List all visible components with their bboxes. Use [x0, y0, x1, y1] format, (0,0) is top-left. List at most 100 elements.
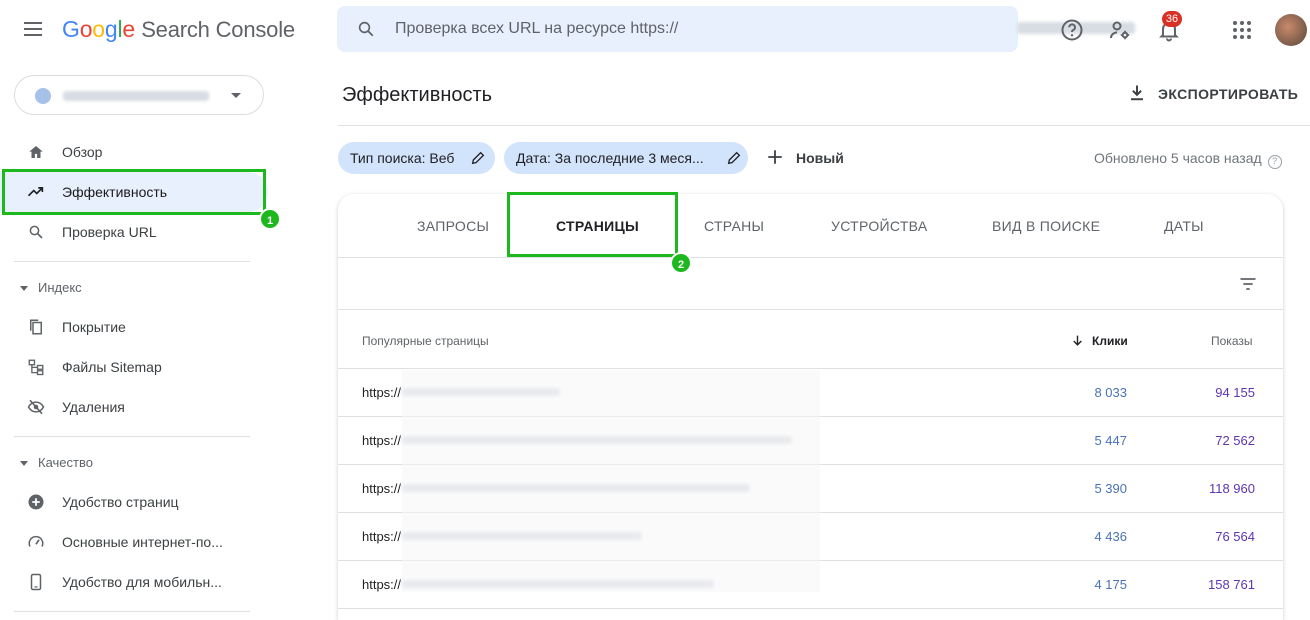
impressions-value: 94 155 — [1215, 385, 1255, 400]
clicks-value: 4 175 — [1094, 577, 1127, 592]
page-url[interactable]: https:// — [362, 577, 401, 592]
sidebar-divider — [14, 261, 250, 262]
clicks-value: 8 033 — [1094, 385, 1127, 400]
logo-letter: g — [104, 16, 118, 42]
sidebar-item-label: Обзор — [62, 144, 103, 160]
tab-devices[interactable]: УСТРОЙСТВА — [831, 218, 927, 234]
header-divider — [338, 125, 1310, 126]
collapse-arrow-icon — [20, 286, 28, 292]
column-header-impressions[interactable]: Показы — [1211, 334, 1252, 348]
sidebar-item-core-web-vitals[interactable]: Основные интернет-по... — [0, 522, 268, 562]
tab-queries[interactable]: ЗАПРОСЫ — [417, 218, 489, 234]
search-input[interactable] — [395, 18, 995, 40]
file-copy-icon — [30, 319, 42, 335]
sidebar-item-url-inspection[interactable]: Проверка URL — [0, 212, 268, 252]
sidebar-item-label: Основные интернет-по... — [62, 534, 223, 550]
sidebar-divider — [14, 436, 250, 437]
help-circle-icon[interactable]: ? — [1267, 155, 1282, 169]
annotation-number: 2 — [670, 252, 692, 274]
date-range-chip[interactable]: Дата: За последние 3 меся... — [504, 142, 748, 174]
page-url[interactable]: https:// — [362, 529, 401, 544]
chip-label: Дата: За последние 3 меся... — [516, 150, 704, 166]
edit-icon[interactable] — [470, 150, 486, 166]
page-title: Эффективность — [342, 84, 493, 106]
page-url[interactable]: https:// — [362, 481, 401, 496]
impressions-value: 72 562 — [1215, 433, 1255, 448]
page-url[interactable]: https:// — [362, 433, 401, 448]
sidebar-item-overview[interactable]: Обзор — [0, 132, 268, 172]
app-logo[interactable]: Google Search Console — [62, 16, 295, 43]
globe-icon — [35, 88, 51, 104]
sidebar-item-removals[interactable]: Удаления — [0, 387, 268, 427]
highlight-box-pages-tab — [507, 192, 678, 257]
notifications-badge: 36 — [1162, 11, 1182, 27]
chevron-down-icon — [231, 93, 241, 98]
section-label: Индекс — [38, 280, 82, 295]
clicks-value: 4 436 — [1094, 529, 1127, 544]
sidebar-item-page-experience[interactable]: Удобство страниц — [0, 482, 268, 522]
clicks-value: 5 390 — [1094, 481, 1127, 496]
impressions-value: 158 761 — [1208, 577, 1255, 592]
sidebar-item-coverage[interactable]: Покрытие — [0, 307, 268, 347]
section-label: Качество — [38, 455, 93, 470]
sidebar-item-label: Покрытие — [62, 319, 126, 335]
column-header-pages[interactable]: Популярные страницы — [362, 334, 489, 348]
arrow-down-icon — [1073, 335, 1082, 346]
new-filter-label: Новый — [796, 150, 844, 166]
home-icon — [29, 146, 43, 158]
last-updated: Обновлено 5 часов назад? — [1094, 150, 1282, 169]
annotation-number: 1 — [259, 208, 281, 230]
highlight-box-performance — [2, 169, 266, 215]
clicks-header-label: Клики — [1092, 334, 1128, 348]
page-url[interactable]: https:// — [362, 385, 401, 400]
search-type-chip[interactable]: Тип поиска: Веб — [338, 142, 495, 174]
chip-label: Тип поиска: Веб — [350, 150, 455, 166]
export-label: ЭКСПОРТИРОВАТЬ — [1158, 86, 1299, 102]
url-inspection-search[interactable] — [337, 6, 1135, 52]
table-header: Популярные страницы Клики Показы — [338, 310, 1283, 369]
sidebar-item-label: Файлы Sitemap — [62, 359, 162, 375]
product-name: Search Console — [141, 17, 295, 42]
phone-icon — [30, 573, 42, 591]
manage-users-icon[interactable] — [1108, 18, 1132, 42]
logo-letter: o — [92, 16, 105, 42]
sidebar-divider — [14, 611, 250, 612]
top-bar: Google Search Console 36 — [0, 0, 1310, 60]
sidebar-item-label: Проверка URL — [62, 224, 157, 240]
blurred-property-url — [63, 91, 209, 101]
last-updated-text: Обновлено 5 часов назад — [1094, 150, 1262, 166]
logo-letter: e — [122, 16, 135, 42]
tab-dates[interactable]: ДАТЫ — [1164, 218, 1204, 234]
sidebar-item-label: Удобство страниц — [62, 494, 179, 510]
impressions-value: 118 960 — [1208, 481, 1255, 496]
sidebar-item-mobile-usability[interactable]: Удобство для мобильн... — [0, 562, 268, 602]
table-filter-row — [338, 258, 1283, 310]
logo-letter: G — [62, 16, 80, 42]
privacy-blur-overlay — [402, 370, 820, 592]
sidebar-item-sitemaps[interactable]: Файлы Sitemap — [0, 347, 268, 387]
sidebar-item-label: Удобство для мобильн... — [62, 574, 222, 590]
sitemap-icon — [28, 359, 44, 376]
search-icon — [358, 21, 374, 37]
collapse-arrow-icon — [20, 461, 28, 467]
plus-icon — [768, 150, 782, 164]
avatar[interactable] — [1275, 14, 1307, 46]
search-icon — [29, 225, 43, 239]
sidebar-section-quality[interactable]: Качество — [20, 455, 93, 470]
clicks-value: 5 447 — [1094, 433, 1127, 448]
speed-icon — [28, 535, 44, 547]
plus-circle-icon — [28, 494, 44, 510]
logo-letter: o — [79, 16, 93, 42]
sidebar-item-label: Удаления — [62, 399, 125, 415]
tab-search-appearance[interactable]: ВИД В ПОИСКЕ — [992, 218, 1100, 234]
sidebar-section-index[interactable]: Индекс — [20, 280, 82, 295]
impressions-value: 76 564 — [1215, 529, 1255, 544]
menu-icon[interactable] — [22, 19, 44, 41]
tab-countries[interactable]: СТРАНЫ — [704, 218, 764, 234]
property-selector[interactable] — [14, 75, 264, 115]
column-header-clicks[interactable]: Клики — [1071, 334, 1128, 348]
filter-list-icon[interactable] — [1238, 274, 1258, 294]
help-icon[interactable] — [1060, 18, 1084, 42]
edit-icon[interactable] — [726, 150, 742, 166]
apps-grid-icon[interactable] — [1230, 18, 1254, 42]
